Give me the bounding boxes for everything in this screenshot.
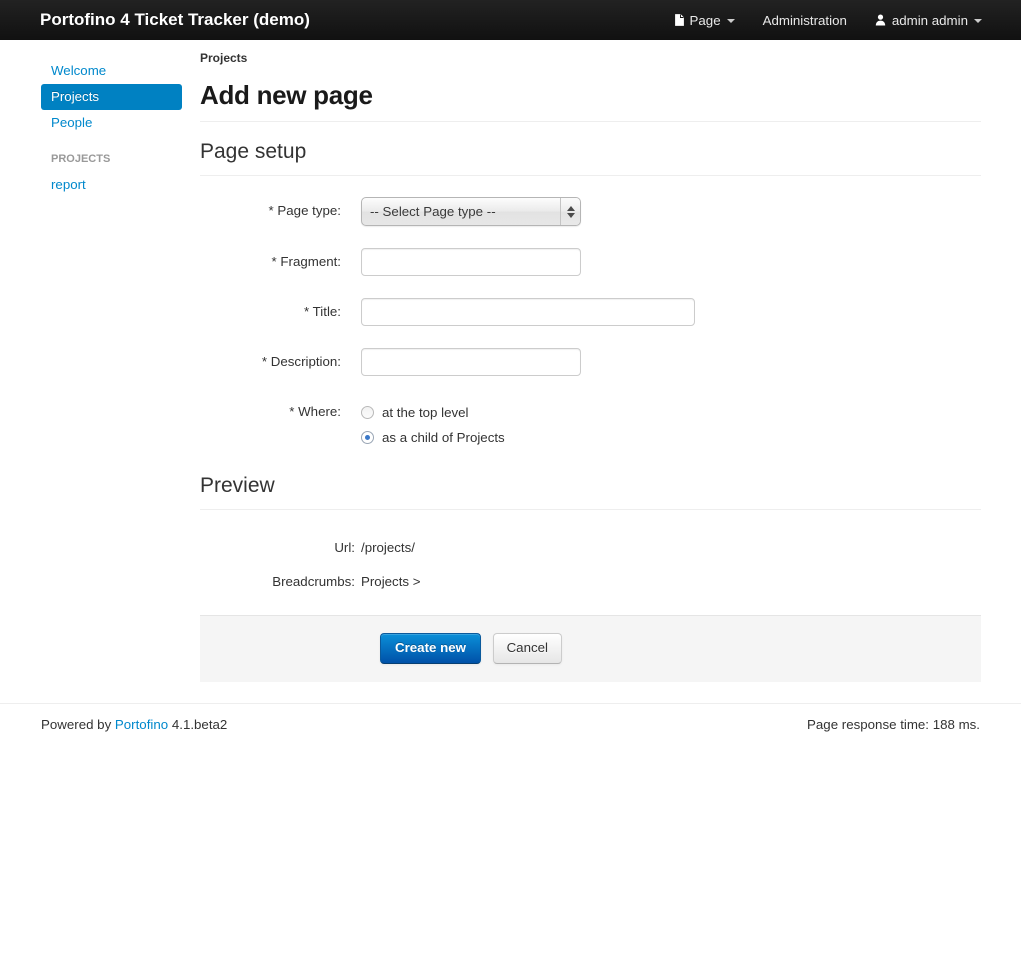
nav-item-administration-label: Administration (763, 13, 847, 28)
create-new-button[interactable]: Create new (380, 633, 481, 664)
preview-url-value: /projects/ (361, 538, 415, 558)
caret-up-icon (567, 206, 575, 211)
where-label: * Where: (200, 398, 361, 426)
title-divider (200, 121, 981, 122)
description-label: * Description: (200, 348, 361, 376)
footer-powered-prefix: Powered by (41, 717, 111, 732)
preview-row-breadcrumbs: Breadcrumbs: Projects > (200, 572, 981, 592)
radio-icon-child-selected[interactable] (361, 431, 374, 444)
document-icon (675, 14, 684, 26)
navbar-right-menu: Page Administration admin admin (661, 0, 996, 40)
where-option-child[interactable]: as a child of Projects (361, 425, 981, 450)
footer-divider (0, 703, 1021, 704)
page-footer: Powered by Portofino 4.1.beta2 Page resp… (0, 712, 1021, 742)
caret-down-icon (567, 213, 575, 218)
nav-item-page-label: Page (690, 13, 721, 28)
preview-row-url: Url: /projects/ (200, 538, 981, 558)
page-type-control: -- Select Page type -- (361, 197, 981, 226)
preview-rows: Url: /projects/ Breadcrumbs: Projects > (200, 538, 981, 592)
title-control (361, 298, 981, 326)
section-divider (200, 175, 981, 176)
page-setup-form: * Page type: -- Select Page type -- * Fr… (200, 197, 981, 450)
where-option-top-level-label: at the top level (382, 405, 469, 420)
fragment-label: * Fragment: (200, 248, 361, 276)
sidebar-section-header: PROJECTS (41, 146, 182, 172)
form-row-page-type: * Page type: -- Select Page type -- (200, 197, 981, 226)
title-label: * Title: (200, 298, 361, 326)
section-title-page-setup: Page setup (200, 138, 981, 166)
where-option-top-level[interactable]: at the top level (361, 400, 981, 425)
form-actions-bar: Create new Cancel (200, 615, 981, 682)
footer-response-time: Page response time: 188 ms. (807, 717, 980, 732)
page-type-label: * Page type: (200, 197, 361, 225)
sidebar-item-welcome[interactable]: Welcome (41, 58, 182, 84)
main-content: Projects Add new page Page setup * Page … (200, 50, 981, 682)
page-type-select[interactable]: -- Select Page type -- (361, 197, 581, 226)
preview-breadcrumbs-value: Projects > (361, 572, 421, 592)
nav-item-user-label: admin admin (892, 13, 968, 28)
user-icon (875, 14, 886, 26)
preview-divider (200, 509, 981, 510)
fragment-input[interactable] (361, 248, 581, 276)
radio-icon-top-level[interactable] (361, 406, 374, 419)
description-control (361, 348, 981, 376)
section-title-preview: Preview (200, 472, 981, 500)
description-input[interactable] (361, 348, 581, 376)
preview-breadcrumbs-label: Breadcrumbs: (200, 572, 361, 592)
select-spinner-icon[interactable] (560, 198, 580, 225)
fragment-control (361, 248, 981, 276)
sidebar-item-report[interactable]: report (41, 172, 182, 198)
chevron-down-icon (974, 19, 982, 23)
sidebar-navigation: Welcome Projects People PROJECTS report (41, 58, 182, 198)
page-title: Add new page (200, 78, 981, 112)
footer-version: 4.1.beta2 (172, 717, 227, 732)
nav-item-user-menu[interactable]: admin admin (861, 0, 996, 40)
top-navbar: Portofino 4 Ticket Tracker (demo) Page A… (0, 0, 1021, 40)
breadcrumb: Projects (200, 50, 981, 66)
title-input[interactable] (361, 298, 695, 326)
footer-powered-by: Powered by Portofino 4.1.beta2 (41, 717, 227, 732)
where-control: at the top level as a child of Projects (361, 398, 981, 450)
nav-item-page[interactable]: Page (661, 0, 749, 40)
form-row-where: * Where: at the top level as a child of … (200, 398, 981, 450)
sidebar-item-people[interactable]: People (41, 110, 182, 136)
form-row-description: * Description: (200, 348, 981, 376)
portofino-link[interactable]: Portofino (115, 717, 168, 732)
sidebar-item-projects[interactable]: Projects (41, 84, 182, 110)
nav-item-administration[interactable]: Administration (749, 0, 861, 40)
cancel-button[interactable]: Cancel (493, 633, 562, 664)
form-row-title: * Title: (200, 298, 981, 326)
where-option-child-label: as a child of Projects (382, 430, 505, 445)
chevron-down-icon (727, 19, 735, 23)
page-type-selected-value: -- Select Page type -- (370, 204, 496, 219)
app-brand[interactable]: Portofino 4 Ticket Tracker (demo) (40, 0, 310, 40)
preview-url-label: Url: (200, 538, 361, 558)
form-row-fragment: * Fragment: (200, 248, 981, 276)
